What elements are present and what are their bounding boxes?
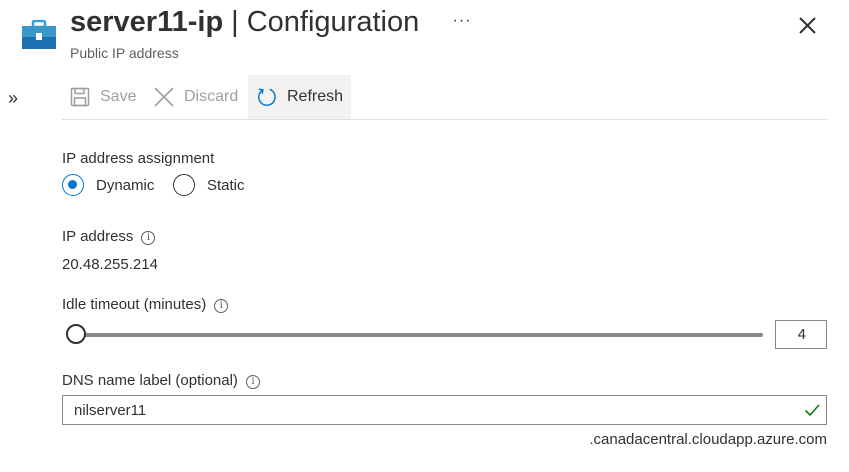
save-label: Save bbox=[100, 88, 137, 105]
discard-button[interactable]: Discard bbox=[154, 75, 238, 119]
resource-type-subtitle: Public IP address bbox=[70, 45, 179, 61]
radio-dynamic-label: Dynamic bbox=[96, 176, 155, 194]
refresh-label: Refresh bbox=[287, 88, 344, 105]
dns-name-input[interactable] bbox=[63, 396, 774, 424]
radio-static[interactable]: Static bbox=[173, 174, 245, 196]
dns-label-row: DNS name label (optional) i bbox=[62, 372, 260, 389]
section-name: Configuration bbox=[246, 6, 420, 38]
close-button[interactable] bbox=[796, 14, 820, 38]
info-icon[interactable]: i bbox=[141, 230, 156, 245]
idle-timeout-slider-thumb[interactable] bbox=[66, 324, 86, 344]
toolbar-divider bbox=[62, 119, 827, 120]
assignment-label: IP address assignment bbox=[62, 150, 215, 167]
idle-timeout-label-row: Idle timeout (minutes) i bbox=[62, 296, 229, 313]
idle-timeout-slider-track[interactable] bbox=[74, 333, 763, 337]
refresh-button[interactable]: Refresh bbox=[248, 75, 351, 119]
idle-timeout-label: Idle timeout (minutes) bbox=[62, 296, 207, 313]
radio-static-indicator bbox=[173, 174, 195, 196]
page-title: server11-ip | Configuration bbox=[70, 6, 419, 46]
idle-timeout-value-input[interactable]: 4 bbox=[775, 320, 827, 349]
radio-dynamic[interactable]: Dynamic bbox=[62, 174, 154, 196]
refresh-icon bbox=[257, 87, 277, 107]
command-bar: Save Discard Refresh bbox=[62, 75, 827, 119]
radio-static-label: Static bbox=[207, 176, 245, 194]
ip-address-label: IP address bbox=[62, 228, 134, 245]
close-icon bbox=[799, 17, 816, 34]
expand-menu-button[interactable]: » bbox=[8, 88, 26, 108]
public-ip-resource-icon bbox=[22, 19, 56, 50]
title-separator: | bbox=[231, 6, 239, 38]
info-icon[interactable]: i bbox=[214, 298, 229, 313]
discard-icon bbox=[154, 87, 174, 107]
info-icon[interactable]: i bbox=[245, 374, 260, 389]
more-options-button[interactable]: ··· bbox=[451, 12, 473, 36]
ip-address-label-row: IP address i bbox=[62, 228, 156, 245]
resource-name: server11-ip bbox=[70, 6, 224, 38]
save-button[interactable]: Save bbox=[70, 75, 136, 119]
discard-label: Discard bbox=[184, 88, 239, 105]
save-icon bbox=[70, 87, 90, 107]
ip-address-value: 20.48.255.214 bbox=[62, 256, 158, 273]
dns-suffix: .canadacentral.cloudapp.azure.com bbox=[589, 431, 827, 448]
radio-dynamic-indicator bbox=[62, 174, 84, 196]
dns-name-field[interactable] bbox=[62, 395, 827, 425]
checkmark-icon bbox=[804, 402, 820, 418]
dns-label: DNS name label (optional) bbox=[62, 372, 238, 389]
